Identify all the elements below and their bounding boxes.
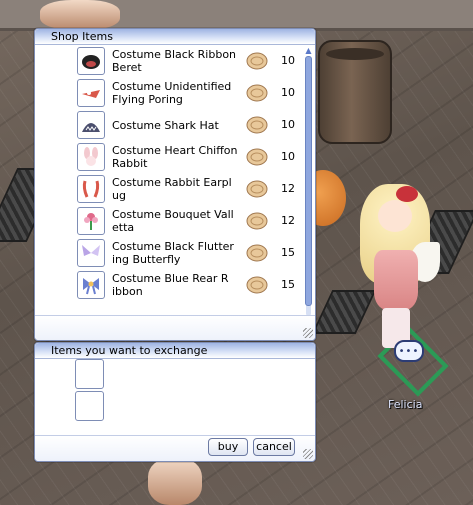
zeny-coin-icon <box>246 148 268 166</box>
shop-item-price: 10 <box>281 86 295 99</box>
npc-dress <box>374 250 418 310</box>
exchange-window: Items you want to exchange buy cancel <box>34 342 316 462</box>
scroll-up-arrow-icon[interactable]: ▲ <box>303 46 314 55</box>
rabbit-earplug-icon <box>77 175 105 203</box>
buy-button[interactable]: buy <box>208 438 248 456</box>
shop-item-row[interactable]: Costume Black Ribbon Beret 10 <box>35 45 303 77</box>
shop-item-price: 10 <box>281 118 295 131</box>
zeny-coin-icon <box>246 276 268 294</box>
bouquet-valletta-icon <box>77 207 105 235</box>
shop-item-price: 15 <box>281 278 295 291</box>
shop-item-row[interactable]: Costume Bouquet Vall etta 12 <box>35 205 303 237</box>
shark-hat-icon <box>77 111 105 139</box>
heart-chiffon-rabbit-icon <box>77 143 105 171</box>
shop-item-price: 12 <box>281 182 295 195</box>
npc-felicia-sprite[interactable] <box>356 178 440 348</box>
shop-item-list: Costume Black Ribbon Beret 10 Costume Un… <box>35 45 303 332</box>
wooden-barrel <box>318 40 392 144</box>
background-character-top <box>40 0 120 30</box>
shop-item-row[interactable]: Costume Black Flutter ing Butterfly 15 <box>35 237 303 269</box>
npc-name-label: Felicia <box>388 398 423 411</box>
zeny-coin-icon <box>246 116 268 134</box>
zeny-coin-icon <box>246 180 268 198</box>
exchange-window-title[interactable]: Items you want to exchange <box>35 343 315 359</box>
exchange-item-slot[interactable] <box>75 359 104 389</box>
npc-chat-bubble-icon[interactable]: ••• <box>394 340 424 362</box>
resize-grip-icon[interactable] <box>303 328 313 338</box>
shop-item-row[interactable]: Costume Unidentified Flying Poring 10 <box>35 77 303 109</box>
shop-item-name: Costume Blue Rear R ibbon <box>112 272 229 298</box>
zeny-coin-icon <box>246 84 268 102</box>
resize-grip-icon[interactable] <box>303 449 313 459</box>
shop-item-row[interactable]: Costume Shark Hat 10 <box>35 109 303 141</box>
shop-item-name: Costume Unidentified Flying Poring <box>112 80 232 106</box>
black-fluttering-butterfly-icon <box>77 239 105 267</box>
shop-item-row[interactable]: Costume Heart Chiffon Rabbit 10 <box>35 141 303 173</box>
shop-item-name: Costume Black Ribbon Beret <box>112 48 237 74</box>
npc-face <box>378 200 412 232</box>
shop-item-price: 10 <box>281 150 295 163</box>
flying-poring-icon <box>77 79 105 107</box>
exchange-window-footer: buy cancel <box>35 435 315 461</box>
black-ribbon-beret-icon <box>77 47 105 75</box>
background-character-bottom <box>148 458 202 505</box>
zeny-coin-icon <box>246 244 268 262</box>
cancel-button[interactable]: cancel <box>253 438 295 456</box>
shop-window-title[interactable]: Shop Items <box>35 29 315 45</box>
scroll-thumb[interactable] <box>305 56 312 306</box>
shop-item-name: Costume Black Flutter ing Butterfly <box>112 240 234 266</box>
shop-item-price: 10 <box>281 54 295 67</box>
shop-items-window: Shop Items Costume Black Ribbon Beret 10… <box>34 28 316 341</box>
shop-item-name: Costume Shark Hat <box>112 118 219 132</box>
shop-list-scrollbar[interactable]: ▲ ▼ <box>303 46 314 326</box>
zeny-coin-icon <box>246 52 268 70</box>
shop-item-name: Costume Rabbit Earpl ug <box>112 176 232 202</box>
shop-item-row[interactable]: Costume Rabbit Earpl ug 12 <box>35 173 303 205</box>
shop-item-name: Costume Heart Chiffon Rabbit <box>112 144 238 170</box>
npc-hair-bow <box>396 186 418 202</box>
shop-window-footer <box>35 315 315 340</box>
blue-rear-ribbon-icon <box>77 271 105 299</box>
shop-item-price: 15 <box>281 246 295 259</box>
shop-item-price: 12 <box>281 214 295 227</box>
zeny-coin-icon <box>246 212 268 230</box>
shop-item-row[interactable]: Costume Blue Rear R ibbon 15 <box>35 269 303 301</box>
shop-item-name: Costume Bouquet Vall etta <box>112 208 234 234</box>
exchange-item-slot[interactable] <box>75 391 104 421</box>
